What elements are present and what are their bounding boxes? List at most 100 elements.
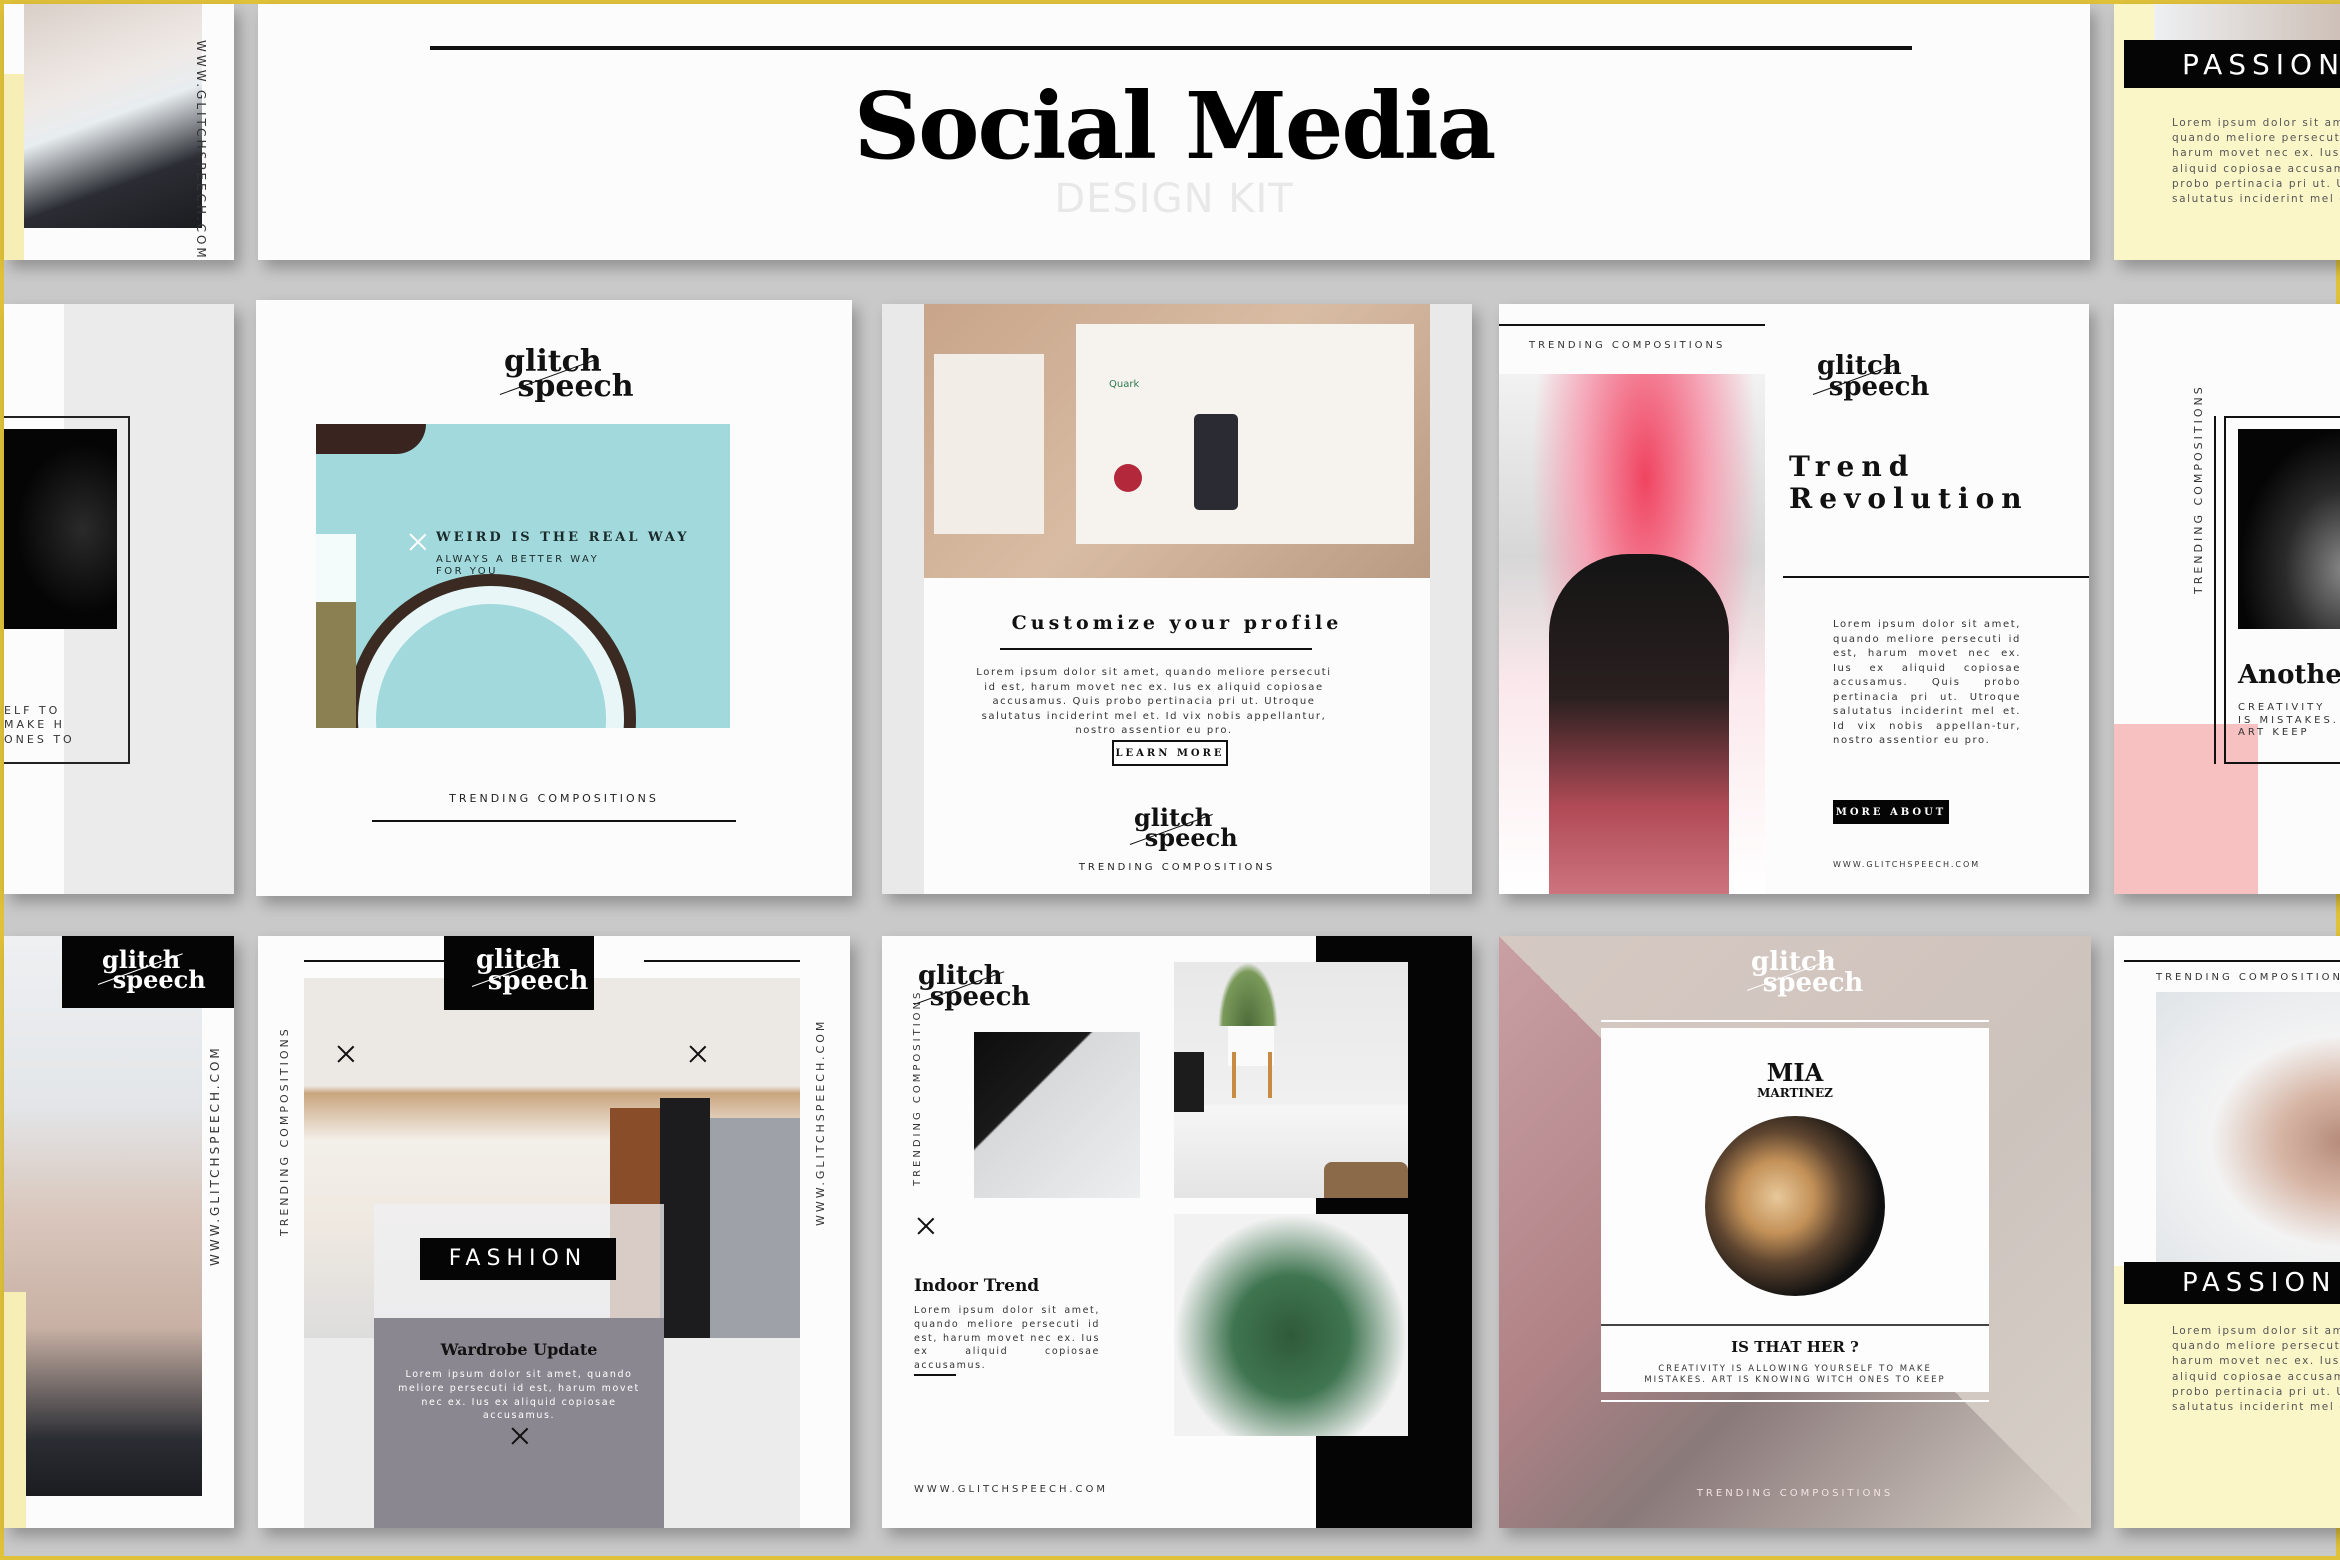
- photo-hand: [24, 4, 202, 228]
- profile-headline: Customize your profile: [1011, 612, 1343, 634]
- passion-label: PASSION: [2182, 1268, 2337, 1298]
- trend-website[interactable]: WWW.GLITCHSPEECH.COM: [1833, 860, 1980, 869]
- outer-rule: [2214, 416, 2216, 764]
- passion-body: Lorem ipsum dolor sit amet, quando melio…: [2172, 117, 2340, 202]
- header-rule: [430, 46, 1912, 50]
- photo-hand: [4, 936, 202, 1496]
- book-logo-quark: Quark: [1109, 379, 1140, 390]
- bike-subline-2: FOR YOU: [436, 566, 499, 577]
- profile-footer-tagline: TRENDING COMPOSITIONS: [1078, 862, 1276, 873]
- x-mark-icon: [338, 1046, 354, 1062]
- template-card-bike[interactable]: glitch speech WEIRD IS THE REAL WAY ALWAY…: [256, 300, 852, 896]
- mid-rule: [1783, 576, 2089, 578]
- top-rule: [1499, 324, 1765, 326]
- template-card-passion-top[interactable]: PASSION Lorem ipsum dolor sit amet, quan…: [2114, 4, 2340, 260]
- header-banner: Social Media DESIGN KIT: [258, 4, 2090, 260]
- plant-leaves: [1218, 962, 1278, 1026]
- open-book: [1076, 324, 1414, 544]
- another-body: CREATIVITY IS MISTAKES. ART KEEP: [2238, 702, 2339, 738]
- bike-footer-rule: [372, 820, 736, 822]
- dark-photo: [4, 429, 117, 629]
- template-card-left-mid[interactable]: ELF TO MAKE H ONES TO: [4, 304, 234, 894]
- passion-top-label: TRENDING COMPOSITIONS: [2156, 972, 2340, 983]
- hooded-figure: [1549, 554, 1729, 894]
- bottom-white-rule: [1601, 1400, 1989, 1402]
- garment-black: [660, 1098, 710, 1338]
- bike-subline-1: ALWAYS A BETTER WAY: [436, 554, 600, 565]
- trend-top-label: TRENDING COMPOSITIONS: [1529, 340, 1726, 351]
- bike-photo: [316, 424, 730, 728]
- bike-saddle: [316, 424, 426, 454]
- fashion-title: Wardrobe Update: [440, 1340, 598, 1359]
- page-title: Social Media: [853, 72, 1497, 180]
- page-subtitle: DESIGN KIT: [1054, 176, 1294, 222]
- template-card-left-top[interactable]: WWW.GLITCHSPEECH.COM: [4, 4, 234, 260]
- photo-face-top: [2154, 4, 2340, 40]
- profile-avatar: [1705, 1116, 1885, 1296]
- template-card-trend[interactable]: TRENDING COMPOSITIONS glitch speech Trend…: [1499, 304, 2089, 894]
- indoor-body: Lorem ipsum dolor sit amet, quando melio…: [914, 1305, 1100, 1372]
- learn-more-button[interactable]: LEARN MORE: [1112, 740, 1228, 766]
- template-card-indoor[interactable]: glitch speech TRENDING COMPOSITIONS Indoo…: [882, 936, 1472, 1528]
- profile-body: Lorem ipsum dolor sit amet, quando melio…: [976, 667, 1332, 736]
- bike-wheel: [346, 574, 636, 728]
- profile-quote: CREATIVITY IS ALLOWING YOURSELF TO MAKE …: [1644, 1364, 1946, 1386]
- template-card-fashion[interactable]: glitch speech TRENDING COMPOSITIONS WWW.G…: [258, 936, 850, 1528]
- top-rule-left: [304, 960, 464, 962]
- logo-black-box: glitch speech: [444, 936, 594, 1010]
- top-rule-right: [644, 960, 800, 962]
- glitchspeech-logo: glitch speech: [1812, 353, 1929, 401]
- trend-body: Lorem ipsum dolor sit amet, quando melio…: [1833, 619, 2021, 746]
- template-card-profile[interactable]: Quark Customize your profile Lorem ipsum…: [882, 304, 1472, 894]
- profile-last-name: MARTINEZ: [1757, 1086, 1833, 1100]
- fashion-label: FASHION: [448, 1246, 588, 1271]
- smoke-photo: [1499, 374, 1765, 894]
- fashion-side-left: TRENDING COMPOSITIONS: [278, 1026, 291, 1236]
- indoor-website[interactable]: WWW.GLITCHSPEECH.COM: [914, 1484, 1108, 1495]
- bike-frame: [316, 534, 356, 728]
- template-card-mia[interactable]: glitch speech MIA MARTINEZ IS THAT HER ? …: [1499, 936, 2091, 1528]
- canyon-photo: [2238, 429, 2340, 629]
- short-rule: [914, 1374, 956, 1376]
- indoor-side-label: TRENDING COMPOSITIONS: [912, 989, 923, 1186]
- speaker: [1174, 1052, 1204, 1112]
- accent-yellow-block: [4, 74, 24, 260]
- profile-panel: MIA MARTINEZ IS THAT HER ? CREATIVITY IS…: [1601, 1028, 1989, 1392]
- top-white-rule: [1601, 1020, 1989, 1022]
- profile-rule: [1000, 648, 1312, 650]
- garment-grey: [710, 1118, 800, 1338]
- notebook: [934, 354, 1044, 534]
- accent-yellow-block: [4, 1292, 26, 1528]
- glitchspeech-logo: glitch speech: [97, 948, 206, 991]
- fashion-label-bar: FASHION: [420, 1238, 616, 1280]
- fashion-side-right[interactable]: WWW.GLITCHSPEECH.COM: [814, 1019, 827, 1226]
- profile-first-name: MIA: [1766, 1058, 1824, 1087]
- book-logo-lg: [1114, 464, 1142, 492]
- desk-photo: Quark: [924, 304, 1430, 578]
- panel-rule: [1601, 1324, 1989, 1326]
- more-about-button[interactable]: MORE ABOUT: [1833, 800, 1949, 824]
- profile-question: IS THAT HER ?: [1731, 1338, 1859, 1356]
- mia-footer-tagline: TRENDING COMPOSITIONS: [1696, 1488, 1894, 1499]
- glitchspeech-logo: glitch speech: [1129, 806, 1238, 849]
- bike-footer-tagline: TRENDING COMPOSITIONS: [449, 792, 659, 805]
- side-website-label: WWW.GLITCHSPEECH.COM: [208, 1045, 222, 1266]
- leaves-photo: [1174, 1214, 1408, 1436]
- pot-stand: [1232, 1052, 1272, 1098]
- trend-headline-2: Revolution: [1789, 482, 2029, 515]
- passion-label: PASSION: [2182, 48, 2340, 81]
- x-mark-icon: [918, 1218, 934, 1234]
- template-card-passion-bottom[interactable]: TRENDING COMPOSITIONS PASSION Lorem ipsu…: [2114, 936, 2340, 1528]
- photo-face: [2156, 992, 2340, 1264]
- x-mark-icon: [512, 1428, 528, 1444]
- partial-quote: ELF TO MAKE H ONES TO: [4, 704, 75, 746]
- glitchspeech-logo: glitch speech: [1746, 949, 1863, 997]
- phone: [1194, 414, 1238, 510]
- template-card-another[interactable]: TRENDING COMPOSITIONS Another CREATIVITY…: [2114, 304, 2340, 894]
- passion-label-bar: PASSION: [2124, 1262, 2340, 1304]
- x-mark-icon: [690, 1046, 706, 1062]
- template-card-left-bottom[interactable]: glitch speech WWW.GLITCHSPEECH.COM: [4, 936, 234, 1528]
- passion-body: Lorem ipsum dolor sit amet, quando melio…: [2172, 1325, 2340, 1410]
- another-headline: Another: [2238, 660, 2340, 690]
- logo-black-box: glitch speech: [62, 936, 234, 1008]
